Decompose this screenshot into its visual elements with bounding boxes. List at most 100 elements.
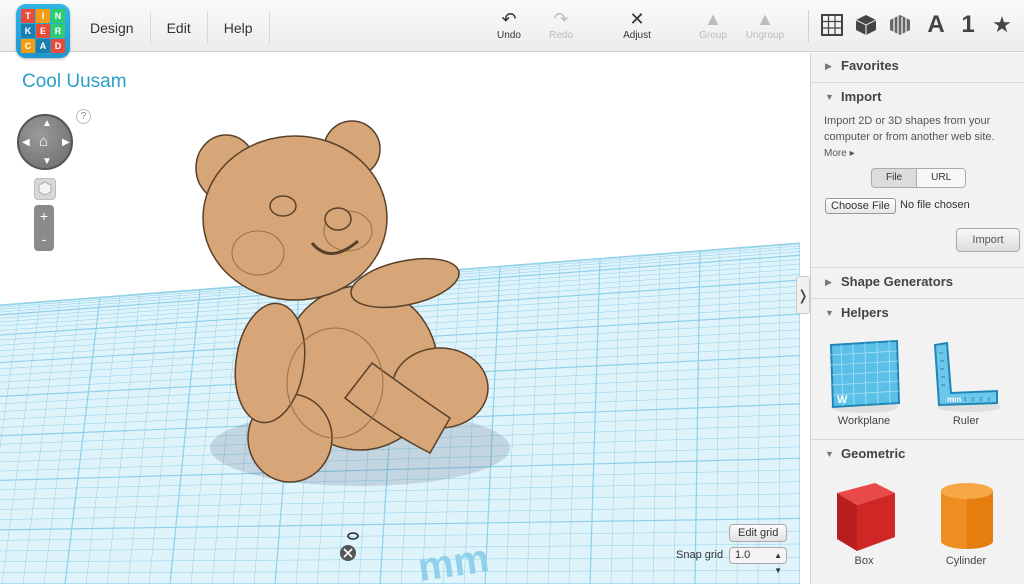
snap-grid-select[interactable]: 1.0 ▲ ▼ bbox=[729, 547, 787, 575]
redo-icon: ↷ bbox=[553, 9, 569, 29]
divider bbox=[811, 267, 1024, 268]
redo-label: Redo bbox=[549, 30, 573, 41]
helpers-title: Helpers bbox=[841, 305, 889, 320]
workplane-label: Workplane bbox=[837, 415, 891, 427]
logo-letter: R bbox=[51, 24, 65, 38]
undo-label: Undo bbox=[497, 30, 521, 41]
divider bbox=[811, 298, 1024, 299]
chevron-right-icon: ❭ bbox=[797, 287, 809, 303]
triangle-down-icon: ▼ bbox=[825, 449, 834, 459]
collapse-panel-button[interactable]: ❭ bbox=[796, 276, 810, 314]
zoom-out-button[interactable]: - bbox=[34, 228, 54, 251]
workplane-view-button[interactable] bbox=[818, 10, 846, 40]
undo-button[interactable]: ↶ Undo bbox=[484, 8, 534, 41]
geometric-title: Geometric bbox=[841, 446, 906, 461]
ungroup-label: Ungroup bbox=[745, 30, 785, 41]
triangle-right-icon: ▶ bbox=[825, 277, 832, 287]
bear-head bbox=[202, 135, 388, 301]
view-cube-button[interactable] bbox=[34, 178, 56, 200]
home-icon[interactable]: ⌂ bbox=[39, 133, 48, 150]
3d-viewport[interactable]: mm Cool Uusam ▲ ▼ ◀ ▶ ⌂ ? + - Edit grid … bbox=[0, 53, 800, 584]
workplane-mark: W bbox=[837, 394, 848, 406]
more-link[interactable]: More ▸ bbox=[824, 148, 855, 159]
logo-letter: K bbox=[21, 24, 35, 38]
box-shape[interactable]: Box bbox=[819, 475, 909, 567]
menu-edit[interactable]: Edit bbox=[151, 12, 208, 44]
chevron-updown-icon: ▲ ▼ bbox=[774, 551, 782, 575]
cube-icon bbox=[855, 15, 877, 35]
zoom-controls: + - bbox=[34, 205, 54, 251]
tab-file[interactable]: File bbox=[872, 169, 918, 187]
divider bbox=[811, 439, 1024, 440]
shape-generators-title: Shape Generators bbox=[841, 274, 953, 289]
cylinder-shape[interactable]: Cylinder bbox=[921, 475, 1011, 567]
favorites-button[interactable]: ★ bbox=[988, 10, 1016, 40]
file-status: No file chosen bbox=[900, 199, 970, 211]
holes-view-button[interactable] bbox=[886, 10, 914, 40]
number-shapes-button[interactable]: 1 bbox=[954, 10, 982, 40]
workplane-scene[interactable]: mm bbox=[0, 53, 800, 584]
view-navigator[interactable]: ▲ ▼ ◀ ▶ ⌂ bbox=[17, 114, 73, 170]
import-description: Import 2D or 3D shapes from your compute… bbox=[824, 115, 995, 143]
group-icon: ▲ bbox=[704, 9, 722, 29]
ruler-thumbnail: mm bbox=[921, 335, 1011, 415]
favorites-title: Favorites bbox=[841, 58, 899, 73]
logo-letter: I bbox=[36, 9, 50, 23]
logo-letter: D bbox=[51, 39, 65, 53]
text-shapes-button[interactable]: A bbox=[922, 10, 950, 40]
pan-right-icon[interactable]: ▶ bbox=[62, 137, 70, 148]
favorites-section-header[interactable]: ▶ Favorites bbox=[811, 53, 1024, 79]
shapes-view-button[interactable] bbox=[852, 10, 880, 40]
shapes-panel: ▶ Favorites ▼ Import Import 2D or 3D sha… bbox=[810, 53, 1024, 584]
divider bbox=[811, 82, 1024, 83]
adjust-label: Adjust bbox=[623, 30, 651, 41]
menu-help[interactable]: Help bbox=[208, 12, 270, 44]
logo-letter: C bbox=[21, 39, 35, 53]
workplane-thumbnail: W bbox=[819, 335, 909, 415]
help-button[interactable]: ? bbox=[76, 109, 91, 124]
box-label: Box bbox=[854, 555, 874, 567]
ungroup-button[interactable]: ▲ Ungroup bbox=[740, 8, 790, 41]
project-title[interactable]: Cool Uusam bbox=[22, 71, 127, 93]
star-icon: ★ bbox=[992, 12, 1012, 37]
triangle-down-icon: ▼ bbox=[825, 308, 834, 318]
tab-url[interactable]: URL bbox=[917, 169, 966, 187]
import-button[interactable]: Import bbox=[956, 228, 1020, 252]
cube-icon bbox=[38, 181, 52, 196]
group-button[interactable]: ▲ Group bbox=[688, 8, 738, 41]
workplane-helper[interactable]: W Workplane bbox=[819, 335, 909, 427]
pan-down-icon[interactable]: ▼ bbox=[42, 156, 52, 167]
logo-letter: E bbox=[36, 24, 50, 38]
menu-design[interactable]: Design bbox=[74, 12, 151, 44]
ruler-label: Ruler bbox=[952, 415, 980, 427]
choose-file-button[interactable]: Choose File bbox=[825, 198, 896, 214]
pan-left-icon[interactable]: ◀ bbox=[22, 137, 30, 148]
toolbar-divider bbox=[808, 10, 809, 42]
shape-generators-section-header[interactable]: ▶ Shape Generators bbox=[811, 269, 1024, 295]
bear-left-eye bbox=[269, 195, 297, 217]
box-thumbnail bbox=[819, 475, 909, 555]
zoom-in-button[interactable]: + bbox=[34, 205, 54, 228]
cylinder-thumbnail bbox=[921, 475, 1011, 555]
helpers-section-header[interactable]: ▼ Helpers bbox=[811, 300, 1024, 326]
striped-cube-icon bbox=[890, 15, 910, 35]
adjust-icon: ✕ bbox=[629, 9, 645, 29]
snap-grid-label: Snap grid bbox=[676, 549, 724, 561]
geometric-section-header[interactable]: ▼ Geometric bbox=[811, 441, 1024, 467]
grid-icon bbox=[821, 14, 843, 36]
import-section-header[interactable]: ▼ Import bbox=[811, 84, 1024, 110]
main-menu: Design Edit Help bbox=[74, 12, 270, 44]
ruler-helper[interactable]: mm Ruler bbox=[921, 335, 1011, 427]
logo-letter: A bbox=[36, 39, 50, 53]
redo-button[interactable]: ↷ Redo bbox=[536, 8, 586, 41]
adjust-button[interactable]: ✕ Adjust bbox=[612, 8, 662, 41]
cylinder-label: Cylinder bbox=[945, 555, 987, 567]
tinkercad-logo[interactable]: T I N K E R C A D bbox=[16, 4, 70, 58]
logo-letter: N bbox=[51, 9, 65, 23]
pan-up-icon[interactable]: ▲ bbox=[42, 118, 52, 129]
ungroup-icon: ▲ bbox=[756, 9, 774, 29]
edit-grid-button[interactable]: Edit grid bbox=[729, 524, 788, 542]
bear-nose bbox=[324, 207, 352, 231]
import-source-tabs: File URL bbox=[871, 168, 967, 188]
top-bar: T I N K E R C A D Design Edit Help ↶ Und… bbox=[0, 0, 1024, 58]
